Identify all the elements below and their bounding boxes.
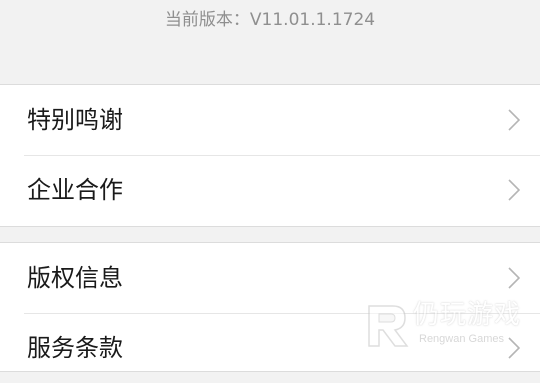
settings-group-2: 版权信息 服务条款 [0,242,540,372]
menu-item-label: 企业合作 [27,176,123,204]
menu-item-label: 服务条款 [27,334,123,362]
menu-item-special-thanks[interactable]: 特别鸣谢 [0,85,540,155]
menu-item-copyright-info[interactable]: 版权信息 [0,243,540,313]
version-bar: 当前版本：V11.01.1.1724 [0,0,540,84]
menu-item-business-cooperation[interactable]: 企业合作 [0,155,540,225]
chevron-right-icon [508,179,520,201]
menu-item-label: 版权信息 [27,264,123,292]
chevron-right-icon [508,267,520,289]
chevron-right-icon [508,337,520,359]
chevron-right-icon [508,109,520,131]
settings-group-1: 特别鸣谢 企业合作 [0,84,540,227]
menu-item-terms-of-service[interactable]: 服务条款 [0,313,540,383]
version-text: 当前版本：V11.01.1.1724 [164,10,376,30]
menu-item-label: 特别鸣谢 [27,106,123,134]
